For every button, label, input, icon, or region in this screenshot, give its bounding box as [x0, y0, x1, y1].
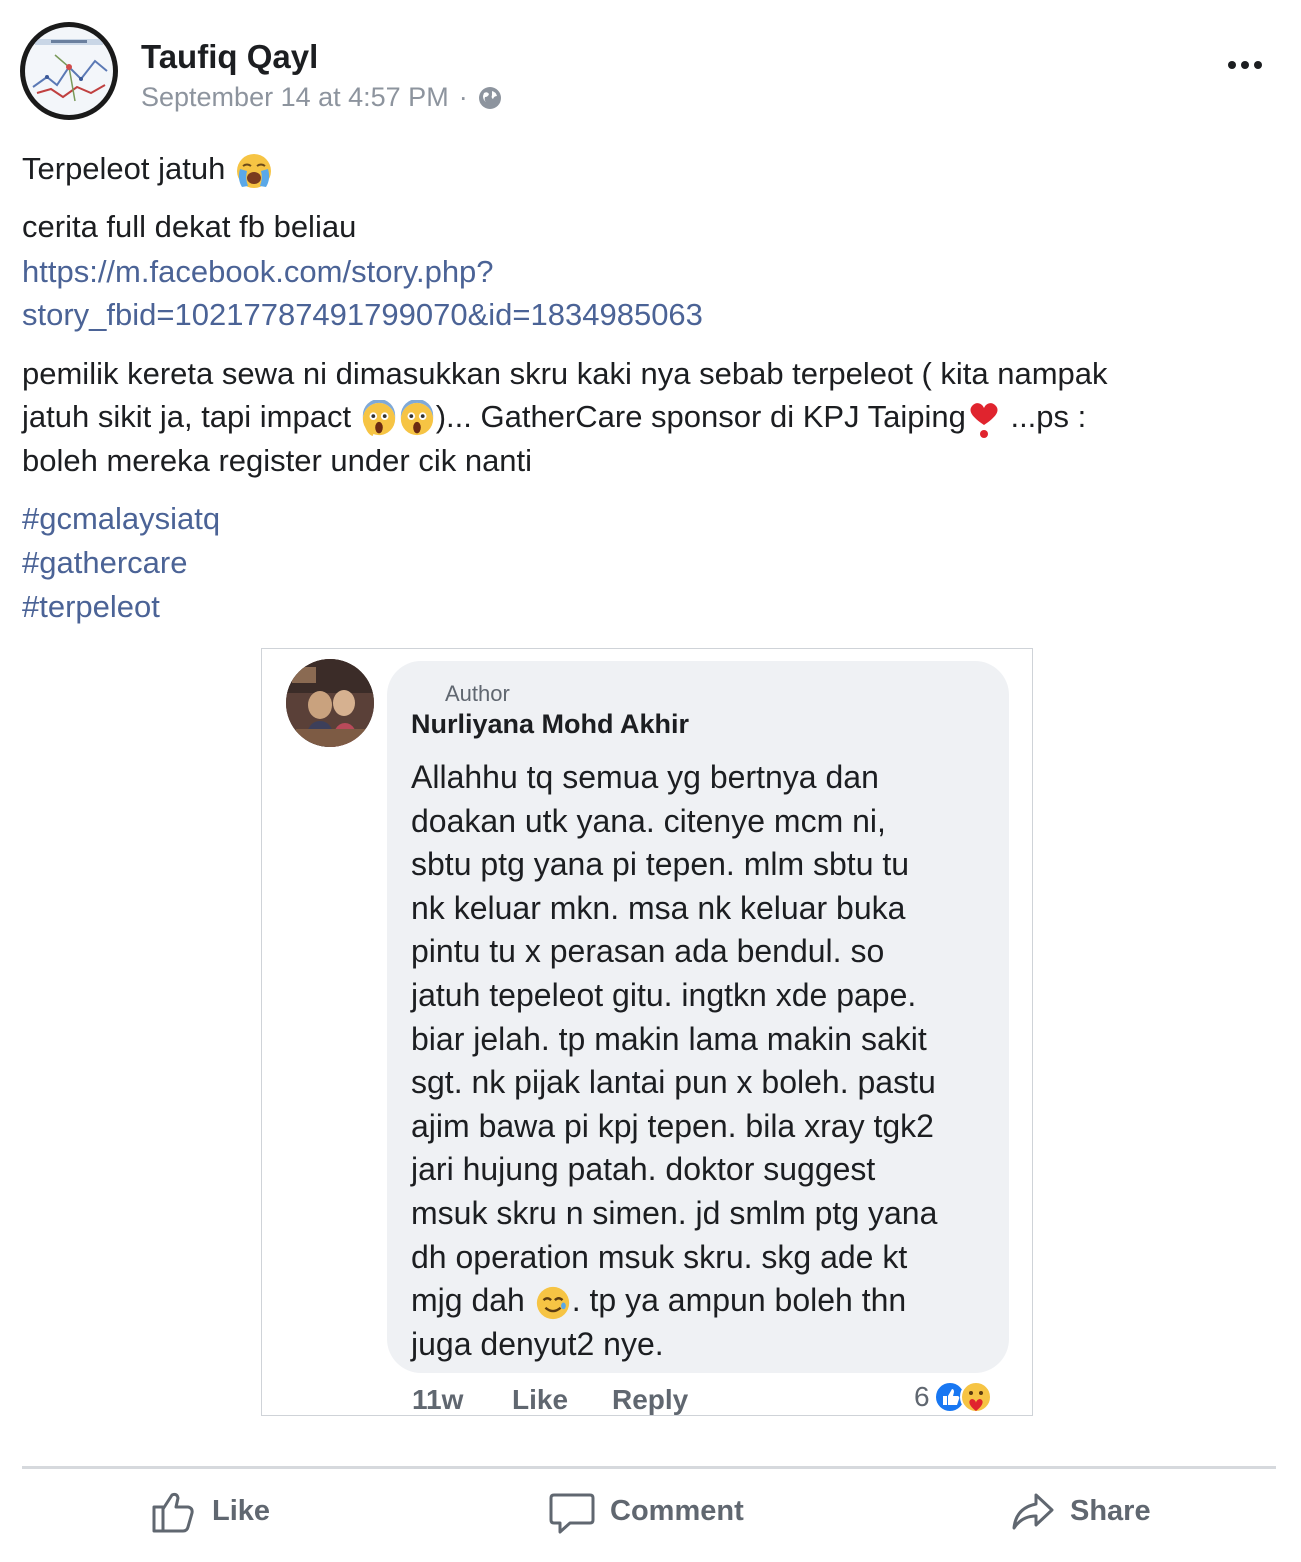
comment-line: mjg dah . tp ya ampun boleh thn: [411, 1279, 1001, 1323]
post-line-1: Terpeleot jatuh: [22, 151, 226, 186]
care-reaction-icon: [959, 1381, 992, 1413]
post-paragraph-line-1: pemilik kereta sewa ni dimasukkan skru k…: [22, 356, 1108, 391]
comment-text-part: . tp ya ampun boleh thn: [571, 1282, 907, 1319]
post-line-2: cerita full dekat fb beliau: [22, 209, 357, 244]
author-badge: Author: [445, 681, 510, 706]
comment-reply-button[interactable]: Reply: [612, 1384, 688, 1416]
hashtag-link[interactable]: #gcmalaysiatq: [22, 497, 220, 540]
commenter-name: Nurliyana Mohd Akhir: [411, 709, 690, 739]
hashtag-link[interactable]: #terpeleot: [22, 585, 160, 628]
comment-button[interactable]: Comment: [548, 1484, 744, 1538]
comment-bubble-icon: [549, 1493, 595, 1534]
hashtag-link[interactable]: #gathercare: [22, 541, 187, 584]
post-paragraph-line-2: jatuh sikit ja, tapi impact )... GatherC…: [22, 395, 1086, 439]
share-button[interactable]: Share: [1008, 1484, 1151, 1538]
comment-line: jari hujung patah. doktor suggest: [411, 1151, 876, 1188]
loudly-crying-face-icon: [237, 153, 271, 188]
share-label: Share: [1070, 1494, 1151, 1527]
paragraph-text: jatuh sikit ja, tapi impact: [22, 399, 360, 434]
actions-divider: [22, 1466, 1276, 1469]
comment-line: juga denyut2 nye.: [411, 1325, 664, 1362]
comment-age: 11w: [412, 1384, 464, 1415]
smiling-face-with-tear-icon: [536, 1286, 569, 1319]
story-link[interactable]: https://m.facebook.com/story.php?: [22, 250, 494, 293]
share-arrow-icon: [1012, 1493, 1054, 1530]
comment-line: pintu tu x perasan ada bendul. so: [411, 933, 885, 970]
comment-like-button[interactable]: Like: [512, 1384, 568, 1416]
comment-line: msuk skru n simen. jd smlm ptg yana: [411, 1194, 938, 1231]
heart-exclamation-icon: [970, 402, 998, 438]
author-name[interactable]: Taufiq Qayl: [141, 38, 318, 76]
comment-reactions[interactable]: 6: [914, 1381, 992, 1413]
comment-line: jatuh tepeleot gitu. ingtkn xde pape.: [411, 976, 917, 1013]
globe-icon[interactable]: [478, 86, 502, 110]
paragraph-text: )... GatherCare sponsor di KPJ Taiping: [435, 399, 966, 434]
author-avatar[interactable]: [20, 22, 118, 120]
like-button[interactable]: Like: [150, 1484, 270, 1538]
comment-line: ajim bawa pi kpj tepen. bila xray tgk2: [411, 1107, 934, 1144]
comment-line: nk keluar mkn. msa nk keluar buka: [411, 889, 906, 926]
reaction-count: 6: [914, 1381, 930, 1412]
paragraph-text: ...ps :: [1001, 399, 1087, 434]
comment-bubble: Author Nurliyana Mohd Akhir Allahhu tq s…: [387, 661, 1009, 1373]
comment-text: Allahhu tq semua yg bertnya dan doakan u…: [411, 756, 1001, 1366]
like-label: Like: [212, 1494, 271, 1527]
comment-line: Allahhu tq semua yg bertnya dan: [411, 759, 879, 795]
post-paragraph-line-3: boleh mereka register under cik nanti: [22, 443, 533, 478]
avatar-map-image: [25, 27, 113, 115]
attached-comment-screenshot[interactable]: Author Nurliyana Mohd Akhir Allahhu tq s…: [261, 648, 1033, 1416]
more-dot-icon: [1228, 61, 1236, 69]
commenter-avatar: [286, 659, 374, 747]
comment-line: sgt. nk pijak lantai pun x boleh. pastu: [411, 1064, 936, 1101]
post-timestamp[interactable]: September 14 at 4:57 PM: [141, 82, 449, 113]
meta-separator: ·: [458, 82, 468, 112]
screaming-face-icon: [362, 399, 395, 436]
comment-line: biar jelah. tp makin lama makin sakit: [411, 1020, 927, 1057]
comment-line: sbtu ptg yana pi tepen. mlm sbtu tu: [411, 846, 910, 883]
comment-line: dh operation msuk skru. skg ade kt: [411, 1238, 908, 1275]
post-meta: September 14 at 4:57 PM ·: [141, 82, 502, 113]
comment-text-part: mjg dah: [411, 1282, 534, 1319]
comment-label: Comment: [610, 1494, 744, 1527]
post-text-line: Terpeleot jatuh: [22, 147, 274, 191]
more-options-button[interactable]: [1222, 48, 1268, 82]
thumbs-up-icon: [152, 1492, 194, 1533]
facebook-post: Taufiq Qayl September 14 at 4:57 PM · Te…: [0, 0, 1301, 1562]
comment-line: doakan utk yana. citenye mcm ni,: [411, 802, 886, 839]
screaming-face-icon: [400, 399, 433, 435]
more-dot-icon: [1241, 61, 1249, 69]
story-link-continued[interactable]: story_fbid=10217787491799070&id=18349850…: [22, 293, 703, 336]
more-dot-icon: [1254, 61, 1262, 69]
